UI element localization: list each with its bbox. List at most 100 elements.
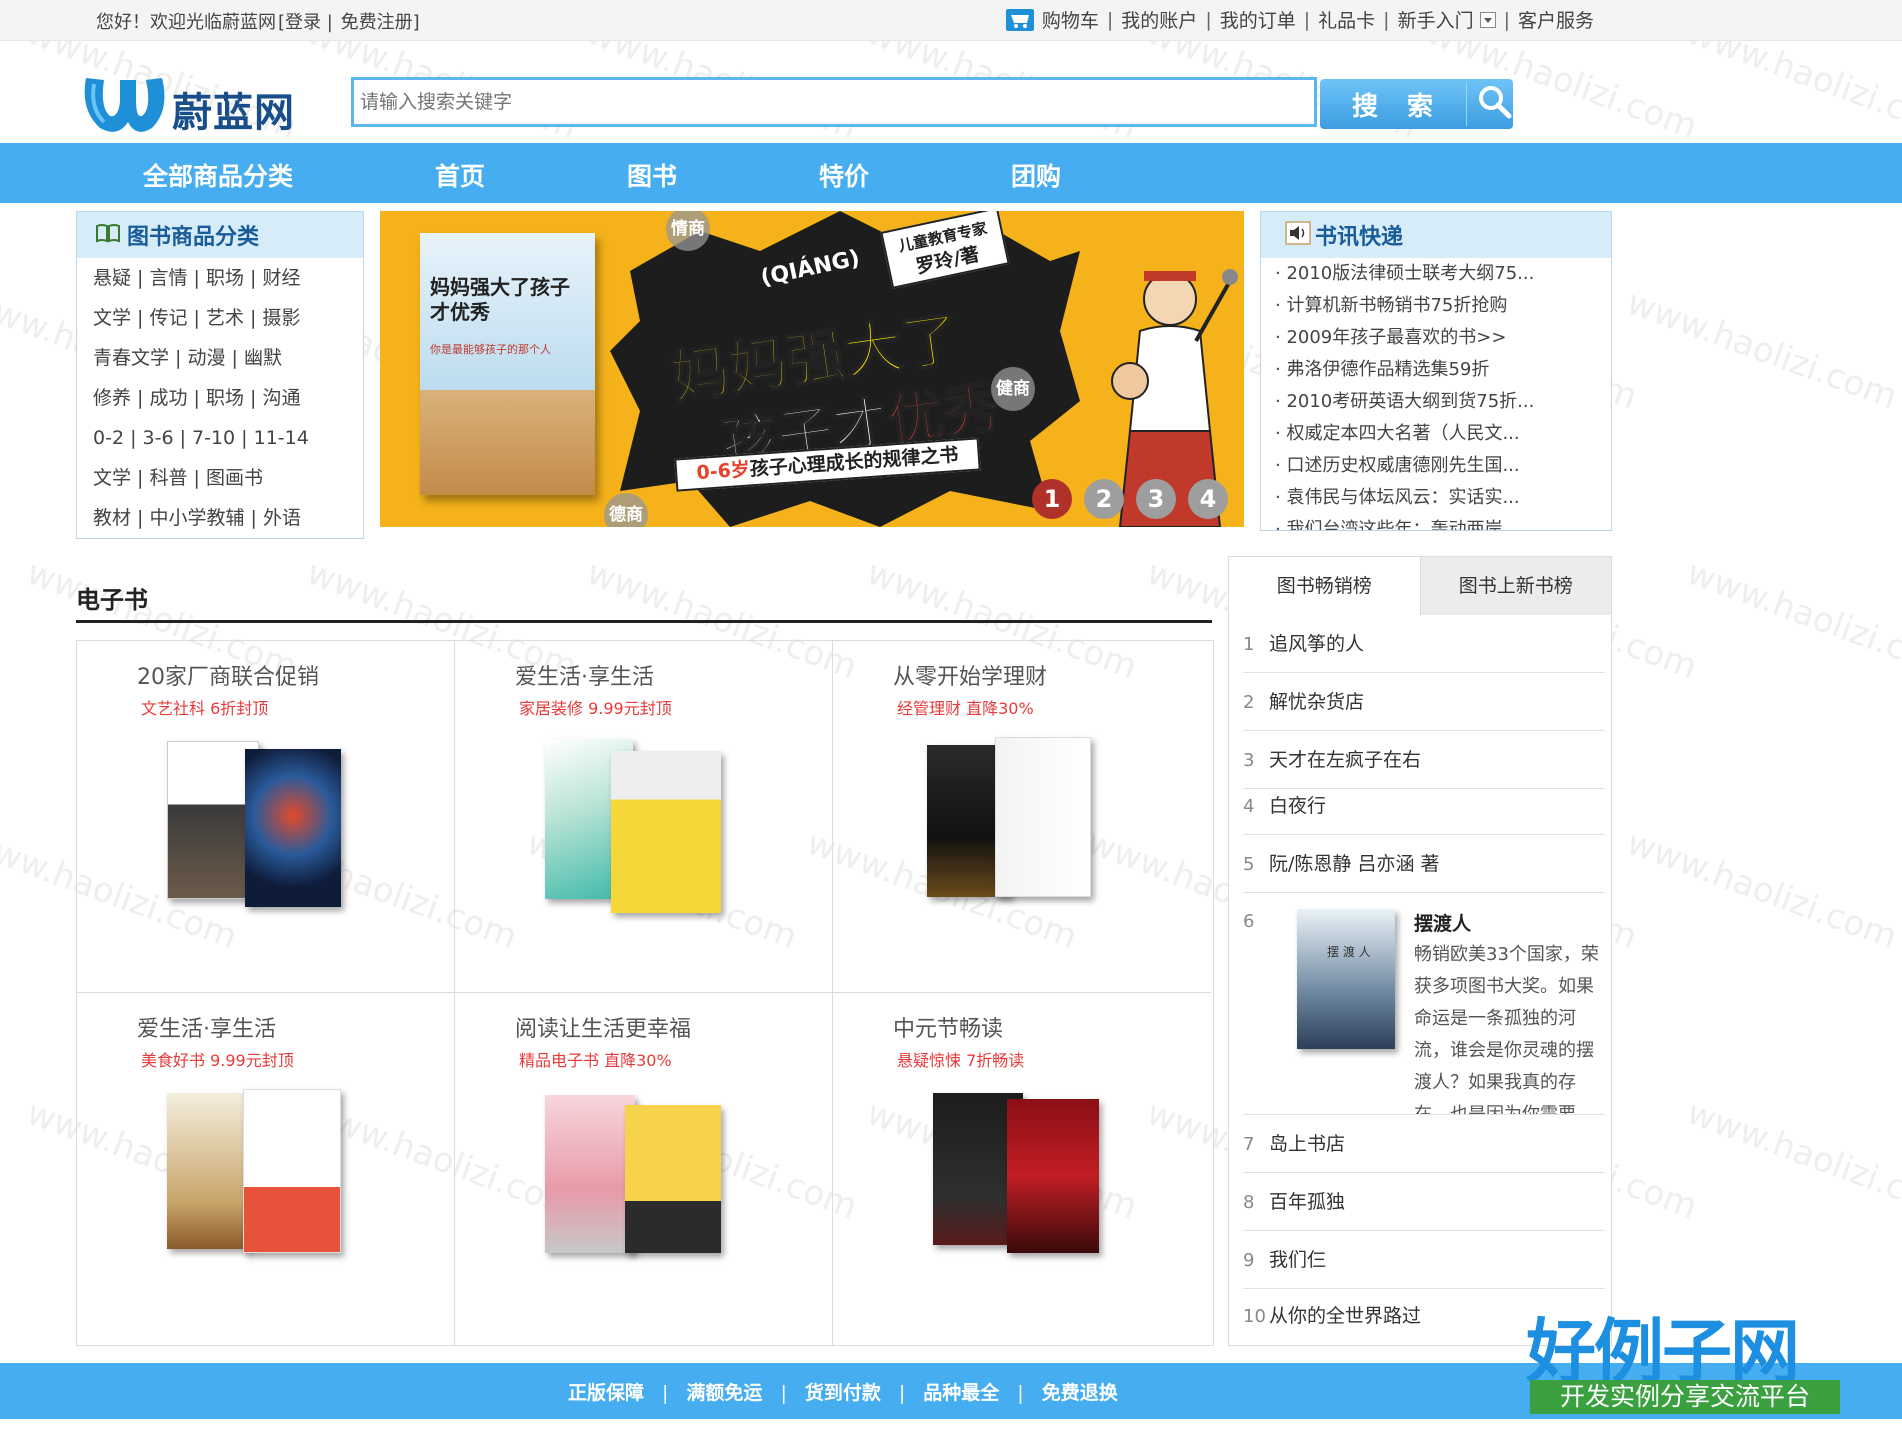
cover-subtitle: 你是最能够孩子的那个人 <box>430 343 551 356</box>
shopping-cart-icon[interactable] <box>1005 8 1034 31</box>
logo-text: 蔚蓝网 <box>172 90 295 136</box>
main-nav: 全部商品分类 首页 图书 特价 团购 <box>0 143 1902 203</box>
rank-number: 6 <box>1243 911 1255 932</box>
nav-all-categories[interactable]: 全部商品分类 <box>143 157 293 193</box>
separator: | <box>1303 8 1311 31</box>
book-news-panel: 书讯快递 2010版法律硕士联考大纲75... 计算机新书畅销书75折抢购 20… <box>1260 211 1612 531</box>
promo-subtitle: 文艺社科 6折封顶 <box>141 699 269 718</box>
carousel-dot-3[interactable]: 3 <box>1136 479 1176 519</box>
cart-link[interactable]: 购物车 <box>1042 6 1099 33</box>
login-separator: | <box>326 12 333 33</box>
category-row[interactable]: 修养 | 成功 | 职场 | 沟通 <box>93 378 363 418</box>
featured-book-cover: 摆 渡 人 <box>1297 909 1395 1049</box>
news-item[interactable]: 计算机新书畅销书75折抢购 <box>1275 290 1611 322</box>
site-logo[interactable]: 蔚蓝网 <box>80 70 324 140</box>
news-item[interactable]: 袁伟民与体坛风云：实话实... <box>1275 482 1611 514</box>
book-name: 岛上书店 <box>1269 1133 1346 1155</box>
bestseller-row[interactable]: 1 追风筝的人 <box>1243 615 1605 673</box>
category-row[interactable]: 教材 | 中小学教辅 | 外语 <box>93 498 363 538</box>
rank-number: 1 <box>1243 634 1255 655</box>
featured-book-cover: 妈妈强大了孩子才优秀 你是最能够孩子的那个人 <box>420 233 595 495</box>
my-orders-link[interactable]: 我的订单 <box>1220 6 1296 33</box>
bestseller-row[interactable]: 9 我们仨 <box>1243 1231 1605 1289</box>
category-row[interactable]: 悬疑 | 言情 | 职场 | 财经 <box>93 258 363 298</box>
featured-bestseller[interactable]: 6 摆 渡 人 摆渡人 畅销欧美33个国家，荣获多项图书大奖。如果命运是一条孤独… <box>1243 893 1605 1115</box>
beginner-guide-link[interactable]: 新手入门 <box>1398 6 1474 33</box>
promo-title: 从零开始学理财 <box>893 665 1048 690</box>
promo-banner[interactable]: 妈妈强大了孩子才优秀 你是最能够孩子的那个人 (QIÁNG) 妈妈强大了 孩子才… <box>380 211 1244 527</box>
news-list: 2010版法律硕士联考大纲75... 计算机新书畅销书75折抢购 2009年孩子… <box>1261 258 1611 530</box>
nav-group-buy[interactable]: 团购 <box>1011 157 1061 193</box>
nav-home[interactable]: 首页 <box>435 157 485 193</box>
category-panel-title: 图书商品分类 <box>127 225 260 250</box>
category-row[interactable]: 0-2 | 3-6 | 7-10 | 11-14 <box>93 418 363 458</box>
watermark-text: www.haolizi.com <box>1681 552 1902 688</box>
service-widest-range: 品种最全 <box>923 1382 1000 1404</box>
news-item[interactable]: 2010考研英语大纲到货75折... <box>1275 386 1611 418</box>
welcome-text: 您好！欢迎光临蔚蓝网 [登录 | 免费注册] <box>96 8 420 34</box>
ebook-section-title: 电子书 <box>76 586 148 614</box>
promo-title: 中元节畅读 <box>893 1017 1004 1042</box>
bestseller-row[interactable]: 7 岛上书店 <box>1243 1115 1605 1173</box>
search-input[interactable] <box>354 80 1314 124</box>
news-item[interactable]: 2009年孩子最喜欢的书>> <box>1275 322 1611 354</box>
service-items: 正版保障 | 满额免运 | 货到付款 | 品种最全 | 免费退换 <box>568 1378 1118 1405</box>
service-genuine: 正版保障 <box>568 1382 645 1404</box>
ebook-promo-card[interactable]: 爱生活·享生活 家居装修 9.99元封顶 <box>455 641 833 993</box>
news-item[interactable]: 权威定本四大名著（人民文... <box>1275 418 1611 450</box>
category-panel-header: 图书商品分类 <box>77 212 363 258</box>
promo-books-image <box>923 1083 1123 1273</box>
bestseller-row[interactable]: 8 百年孤独 <box>1243 1173 1605 1231</box>
rank-number: 8 <box>1243 1192 1255 1213</box>
bestseller-row[interactable]: 4 白夜行 <box>1243 777 1605 835</box>
ebook-promo-card[interactable]: 爱生活·享生活 美食好书 9.99元封顶 <box>77 993 455 1345</box>
search-button[interactable]: 搜 索 <box>1320 79 1513 129</box>
featured-book-description: 畅销欧美33个国家，荣获多项图书大奖。如果命运是一条孤独的河流，谁会是你灵魂的摆… <box>1414 944 1599 1115</box>
welcome-message: 您好！欢迎光临蔚蓝网 <box>96 12 276 33</box>
rank-number: 2 <box>1243 692 1255 713</box>
nav-specials[interactable]: 特价 <box>819 157 869 193</box>
ebook-promo-card[interactable]: 20家厂商联合促销 文艺社科 6折封顶 <box>77 641 455 993</box>
book-name: 从你的全世界路过 <box>1269 1305 1422 1327</box>
ebook-promo-card[interactable]: 阅读让生活更幸福 精品电子书 直降30% <box>455 993 833 1345</box>
customer-service-link[interactable]: 客户服务 <box>1518 6 1594 33</box>
book-category-panel: 图书商品分类 悬疑 | 言情 | 职场 | 财经 文学 | 传记 | 艺术 | … <box>76 211 364 539</box>
bestseller-row[interactable]: 2 解忧杂货店 <box>1243 673 1605 731</box>
bestseller-row[interactable]: 5 阮/陈恩静 吕亦涵 著 <box>1243 835 1605 893</box>
nav-books[interactable]: 图书 <box>627 157 677 193</box>
book-name: 百年孤独 <box>1269 1191 1346 1213</box>
rank-number: 10 <box>1243 1306 1266 1327</box>
top-bar: 您好！欢迎光临蔚蓝网 [登录 | 免费注册] 购物车 | 我的账户 | 我的订单 … <box>0 0 1902 41</box>
book-name: 追风筝的人 <box>1269 633 1365 655</box>
my-account-link[interactable]: 我的账户 <box>1121 6 1197 33</box>
ebook-promo-card[interactable]: 从零开始学理财 经管理财 直降30% <box>833 641 1211 993</box>
register-link[interactable]: 免费注册] <box>341 12 420 33</box>
watermark-logo-tagline: 开发实例分享交流平台 <box>1530 1380 1840 1414</box>
news-panel-title: 书讯快递 <box>1315 225 1404 250</box>
carousel-dot-2[interactable]: 2 <box>1084 479 1124 519</box>
bestseller-tabs: 图书畅销榜 图书上新书榜 <box>1229 557 1611 615</box>
ebook-promo-card[interactable]: 中元节畅读 悬疑惊悚 7折畅读 <box>833 993 1211 1345</box>
rank-number: 7 <box>1243 1134 1255 1155</box>
open-book-icon <box>95 223 121 247</box>
chevron-down-icon[interactable] <box>1479 11 1496 28</box>
promo-books-image <box>167 1083 367 1273</box>
promo-books-image <box>923 731 1123 921</box>
carousel-dot-4[interactable]: 4 <box>1188 479 1228 519</box>
subline-age: 0-6岁 <box>695 458 751 485</box>
news-item[interactable]: 口述历史权威唐德刚先生国... <box>1275 450 1611 482</box>
tab-bestsellers[interactable]: 图书畅销榜 <box>1229 557 1420 615</box>
carousel-dot-1[interactable]: 1 <box>1032 479 1072 519</box>
gift-card-link[interactable]: 礼品卡 <box>1318 6 1375 33</box>
search-button-label: 搜 索 <box>1352 91 1444 122</box>
login-link[interactable]: [登录 <box>278 12 321 33</box>
tab-new-releases[interactable]: 图书上新书榜 <box>1419 557 1611 615</box>
news-item[interactable]: 2010版法律硕士联考大纲75... <box>1275 258 1611 290</box>
watermark-text: www.haolizi.com <box>1621 822 1902 958</box>
category-row[interactable]: 文学 | 科普 | 图画书 <box>93 458 363 498</box>
category-row[interactable]: 文学 | 传记 | 艺术 | 摄影 <box>93 298 363 338</box>
news-item[interactable]: 我们台湾这些年：轰动两岸 <box>1275 514 1611 530</box>
news-item[interactable]: 弗洛伊德作品精选集59折 <box>1275 354 1611 386</box>
promo-title: 爱生活·享生活 <box>137 1017 276 1042</box>
category-row[interactable]: 青春文学 | 动漫 | 幽默 <box>93 338 363 378</box>
